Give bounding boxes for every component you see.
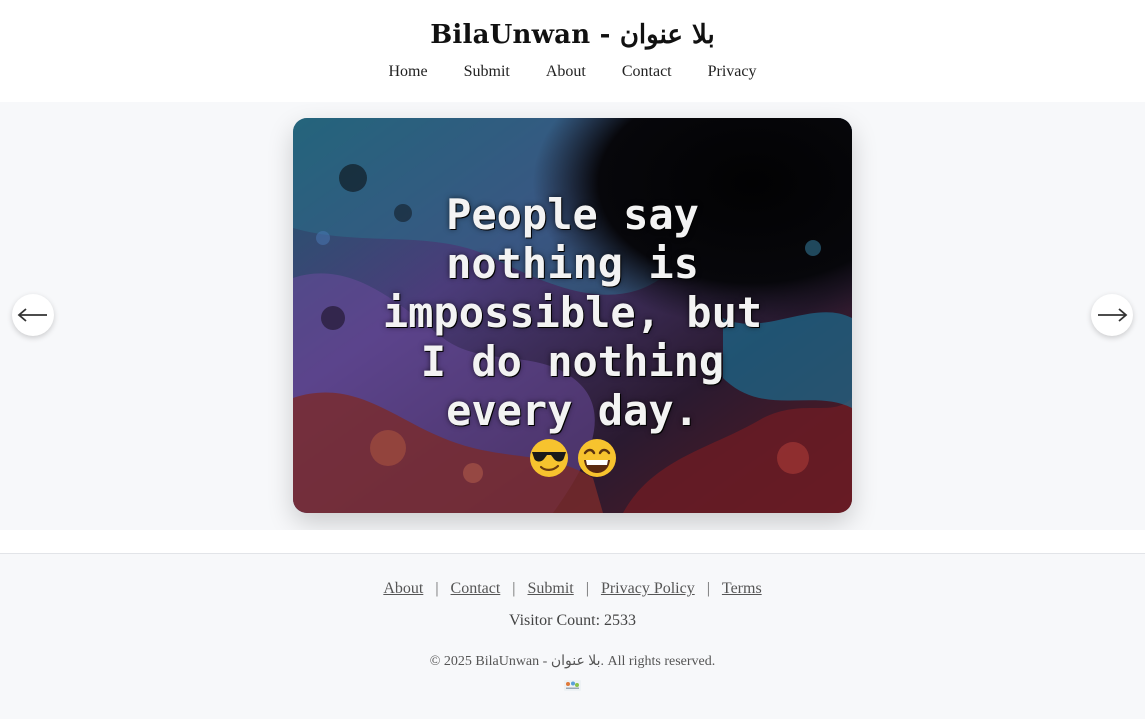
quote-line: People say (446, 190, 699, 239)
emoji-row (293, 438, 852, 478)
footer-link-contact[interactable]: Contact (451, 580, 501, 597)
separator: | (706, 580, 710, 597)
nav-contact[interactable]: Contact (604, 63, 690, 81)
nav-home[interactable]: Home (371, 63, 446, 81)
nav-privacy[interactable]: Privacy (690, 63, 775, 81)
next-slide-button[interactable] (1091, 294, 1133, 336)
quote-line: nothing is (446, 239, 699, 288)
site-header: BilaUnwan - بلا عنوان Home Submit About … (0, 0, 1145, 102)
footer-link-submit[interactable]: Submit (528, 580, 574, 597)
copyright-text: © 2025 BilaUnwan - بلا عنوان. All rights… (429, 654, 716, 669)
badge-icon (564, 680, 581, 691)
quote-line: I do nothing (420, 337, 725, 386)
section-spacer (0, 530, 1145, 553)
quote-line: every day. (446, 386, 699, 435)
slide-image: People say nothing is impossible, but I … (293, 118, 852, 513)
image-slider: People say nothing is impossible, but I … (0, 102, 1145, 530)
nav-about[interactable]: About (528, 63, 604, 81)
footer-link-terms[interactable]: Terms (722, 580, 762, 597)
arrow-left-icon (17, 308, 47, 322)
arrow-right-icon (1098, 308, 1128, 322)
site-footer: About | Contact | Submit | Privacy Policy | Term… (0, 553, 1145, 719)
separator: | (585, 580, 589, 597)
nav-submit[interactable]: Submit (446, 63, 528, 81)
site-title[interactable]: BilaUnwan - بلا عنوان (0, 20, 1145, 50)
footer-link-about[interactable]: About (383, 580, 423, 597)
main-nav: Home Submit About Contact Privacy (0, 63, 1145, 81)
grinning-face-with-smiling-eyes-icon (577, 439, 616, 477)
quote-line: impossible, but (382, 288, 763, 337)
prev-slide-button[interactable] (12, 294, 54, 336)
quote-text: People say nothing is impossible, but I … (293, 190, 852, 435)
separator: | (435, 580, 439, 597)
visitor-count: Visitor Count: 2533 (508, 612, 637, 629)
smiling-face-with-sunglasses-icon (529, 439, 568, 477)
footer-links: About | Contact | Submit | Privacy Policy | Term… (0, 580, 1145, 598)
separator: | (512, 580, 516, 597)
footer-link-privacy-policy[interactable]: Privacy Policy (601, 580, 695, 597)
